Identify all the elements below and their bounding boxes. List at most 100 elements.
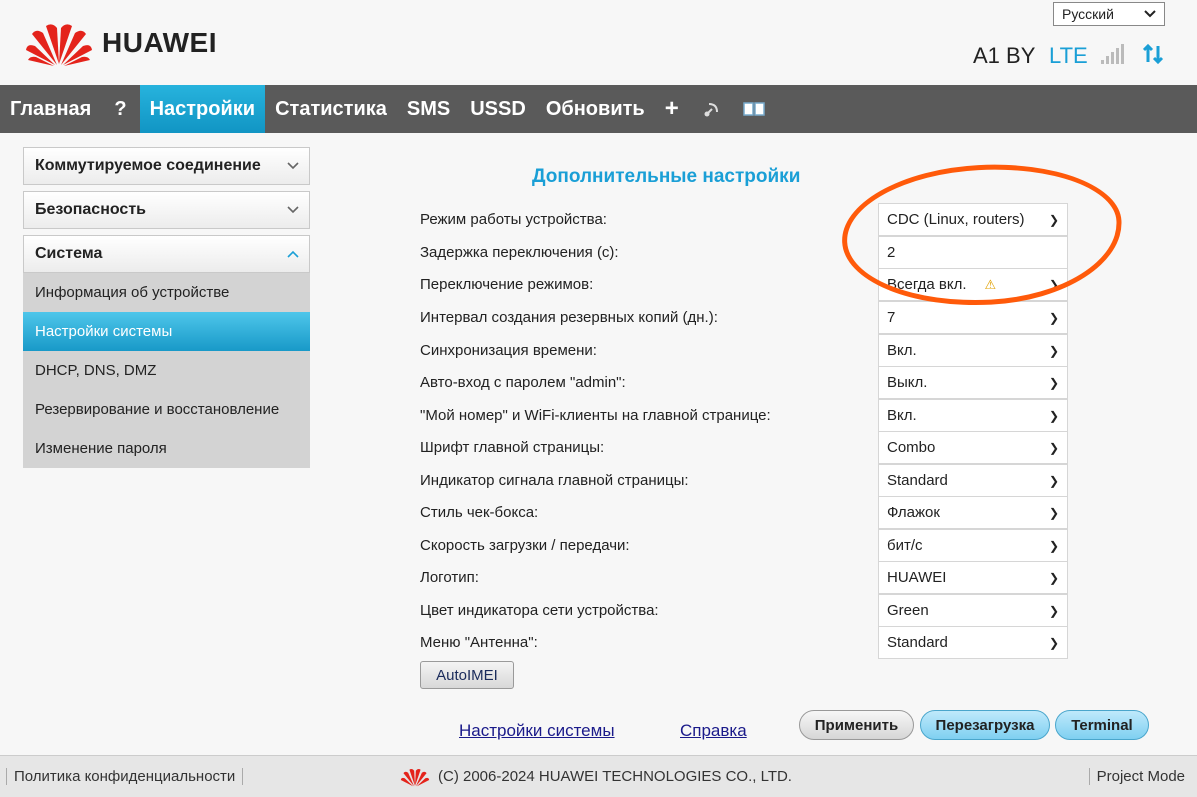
chevron-down-icon bbox=[1144, 10, 1156, 18]
sidebar-group-security[interactable]: Безопасность bbox=[23, 191, 310, 229]
chevron-down-icon: ❯ bbox=[1048, 310, 1059, 325]
privacy-link[interactable]: Политика конфиденциальности bbox=[6, 768, 244, 785]
signal-indicator-select[interactable]: Standard ❯ bbox=[878, 464, 1068, 497]
satellite-icon[interactable] bbox=[689, 85, 735, 133]
chevron-down-icon: ❯ bbox=[1048, 375, 1059, 390]
chevron-down-icon: ❯ bbox=[1048, 505, 1059, 520]
setting-label: Задержка переключения (с): bbox=[420, 244, 619, 261]
antenna-menu-select[interactable]: Standard ❯ bbox=[878, 626, 1068, 659]
chevron-down-icon: ❯ bbox=[1048, 603, 1059, 618]
select-value: Всегда вкл. bbox=[887, 276, 967, 293]
mode-switch-select[interactable]: Всегда вкл. ⚠ ❯ bbox=[878, 268, 1068, 301]
select-value: 7 bbox=[887, 309, 896, 326]
nav-ussd[interactable]: USSD bbox=[460, 85, 536, 133]
data-transfer-icon bbox=[1142, 43, 1164, 65]
huawei-logo: HUAWEI bbox=[24, 20, 217, 66]
nav-statistics[interactable]: Статистика bbox=[265, 85, 397, 133]
select-value: Standard bbox=[887, 634, 948, 651]
chevron-up-icon bbox=[287, 250, 299, 258]
setting-label: Стиль чек-бокса: bbox=[420, 504, 539, 521]
chevron-down-icon: ❯ bbox=[1048, 538, 1059, 553]
language-value: Русский bbox=[1062, 6, 1114, 22]
select-value: Вкл. bbox=[887, 407, 917, 424]
chevron-down-icon bbox=[287, 162, 299, 170]
switch-delay-input[interactable]: 2 bbox=[878, 236, 1068, 269]
reboot-button[interactable]: Перезагрузка bbox=[920, 710, 1050, 740]
speed-unit-select[interactable]: бит/с ❯ bbox=[878, 529, 1068, 562]
nav-home[interactable]: Главная bbox=[0, 85, 101, 133]
setting-label: Синхронизация времени: bbox=[420, 342, 597, 359]
setting-label: Скорость загрузки / передачи: bbox=[420, 537, 630, 554]
network-color-select[interactable]: Green ❯ bbox=[878, 594, 1068, 627]
select-value: Выкл. bbox=[887, 374, 928, 391]
main-nav: Главная ? Настройки Статистика SMS USSD … bbox=[0, 85, 1197, 133]
sidebar: Коммутируемое соединение Безопасность Си… bbox=[23, 147, 310, 468]
signal-strength-icon bbox=[1101, 44, 1124, 64]
setting-label: Переключение режимов: bbox=[420, 276, 594, 293]
select-value: CDC (Linux, routers) bbox=[887, 211, 1025, 228]
sidebar-item-password[interactable]: Изменение пароля bbox=[23, 429, 310, 468]
book-icon[interactable] bbox=[735, 85, 773, 133]
footer: Политика конфиденциальности (C) 2006-202… bbox=[0, 755, 1197, 797]
select-value: Вкл. bbox=[887, 342, 917, 359]
nav-settings[interactable]: Настройки bbox=[139, 85, 266, 133]
sidebar-group-label: Коммутируемое соединение bbox=[35, 157, 261, 174]
setting-label: Меню "Антенна": bbox=[420, 634, 538, 651]
system-settings-link[interactable]: Настройки системы bbox=[459, 721, 615, 741]
sidebar-group-system[interactable]: Система bbox=[23, 235, 310, 273]
font-select[interactable]: Combo ❯ bbox=[878, 431, 1068, 464]
chevron-down-icon: ❯ bbox=[1048, 440, 1059, 455]
chevron-down-icon bbox=[287, 206, 299, 214]
sidebar-system-submenu: Информация об устройстве Настройки систе… bbox=[23, 273, 310, 468]
help-link[interactable]: Справка bbox=[680, 721, 747, 741]
select-value: Green bbox=[887, 602, 929, 619]
sidebar-item-device-info[interactable]: Информация об устройстве bbox=[23, 273, 310, 312]
copyright: (C) 2006-2024 HUAWEI TECHNOLOGIES CO., L… bbox=[400, 764, 792, 790]
huawei-flower-icon bbox=[400, 768, 430, 786]
my-number-select[interactable]: Вкл. ❯ bbox=[878, 399, 1068, 432]
logo-select[interactable]: HUAWEI ❯ bbox=[878, 561, 1068, 594]
network-type: LTE bbox=[1049, 43, 1088, 68]
select-value: Флажок bbox=[887, 504, 940, 521]
huawei-flower-icon bbox=[26, 24, 92, 66]
sidebar-item-backup[interactable]: Резервирование и восстановление bbox=[23, 390, 310, 429]
setting-label: Режим работы устройства: bbox=[420, 211, 607, 228]
header: HUAWEI Русский A1 BY LTE bbox=[0, 0, 1197, 85]
copyright-text: (C) 2006-2024 HUAWEI TECHNOLOGIES CO., L… bbox=[438, 768, 792, 785]
setting-label: "Мой номер" и WiFi-клиенты на главной ст… bbox=[420, 407, 771, 424]
select-value: Combo bbox=[887, 439, 936, 456]
setting-label: Интервал создания резервных копий (дн.): bbox=[420, 309, 718, 326]
apply-button[interactable]: Применить bbox=[799, 710, 914, 740]
sidebar-item-system-settings[interactable]: Настройки системы bbox=[23, 312, 310, 351]
device-mode-select[interactable]: CDC (Linux, routers) ❯ bbox=[878, 203, 1068, 236]
sidebar-group-label: Безопасность bbox=[35, 201, 146, 218]
chevron-down-icon: ❯ bbox=[1048, 343, 1059, 358]
backup-interval-select[interactable]: 7 ❯ bbox=[878, 301, 1068, 334]
time-sync-select[interactable]: Вкл. ❯ bbox=[878, 334, 1068, 367]
brand-name: HUAWEI bbox=[102, 27, 217, 58]
terminal-button[interactable]: Terminal bbox=[1055, 710, 1149, 740]
chevron-down-icon: ❯ bbox=[1048, 277, 1059, 292]
nav-help[interactable]: ? bbox=[101, 85, 139, 133]
checkbox-style-select[interactable]: Флажок ❯ bbox=[878, 496, 1068, 529]
select-value: HUAWEI bbox=[887, 569, 947, 586]
chevron-down-icon: ❯ bbox=[1048, 635, 1059, 650]
setting-label: Логотип: bbox=[420, 569, 479, 586]
auto-login-select[interactable]: Выкл. ❯ bbox=[878, 366, 1068, 399]
nav-plus[interactable]: + bbox=[655, 85, 689, 133]
project-mode-link[interactable]: Project Mode bbox=[1088, 768, 1185, 785]
sidebar-group-label: Система bbox=[35, 245, 103, 262]
sidebar-group-dialup[interactable]: Коммутируемое соединение bbox=[23, 147, 310, 185]
setting-label: Шрифт главной страницы: bbox=[420, 439, 605, 456]
nav-sms[interactable]: SMS bbox=[397, 85, 460, 133]
setting-label: Авто-вход с паролем "admin": bbox=[420, 374, 626, 391]
nav-update[interactable]: Обновить bbox=[536, 85, 655, 133]
input-value: 2 bbox=[887, 244, 896, 261]
chevron-down-icon: ❯ bbox=[1048, 408, 1059, 423]
autoimei-button[interactable]: AutoIMEI bbox=[420, 661, 514, 689]
select-value: Standard bbox=[887, 472, 948, 489]
select-value: бит/с bbox=[887, 537, 923, 554]
sidebar-item-dhcp[interactable]: DHCP, DNS, DMZ bbox=[23, 351, 310, 390]
language-select[interactable]: Русский bbox=[1053, 2, 1165, 26]
chevron-down-icon: ❯ bbox=[1048, 473, 1059, 488]
